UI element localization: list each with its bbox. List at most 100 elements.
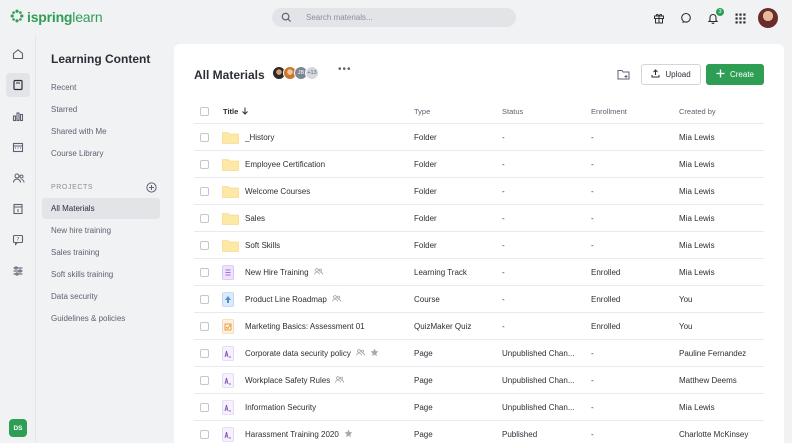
row-checkbox[interactable] [200,151,210,177]
column-header-enrollment[interactable]: Enrollment [591,100,677,123]
project-all-materials[interactable]: All Materials [42,198,160,219]
row-title-cell[interactable]: Workplace Safety Rules [245,367,411,393]
chat-icon[interactable] [677,9,695,27]
table-row[interactable]: Workplace Safety Rules Page Unpublished Ch… [194,367,764,394]
row-title[interactable]: Soft Skills [245,241,280,250]
quiz-icon [222,313,240,339]
row-title-cell[interactable]: Product Line Roadmap [245,286,411,312]
notifications-bell-icon[interactable]: 3 [704,8,724,27]
row-title[interactable]: _History [245,133,274,142]
reports-chart-icon[interactable] [6,104,30,128]
star-icon[interactable] [370,348,379,359]
column-header-created-by[interactable]: Created by [679,100,765,123]
row-checkbox[interactable] [200,367,210,393]
shared-users-icon [356,348,365,358]
sidebar-link-course-library[interactable]: Course Library [51,149,103,158]
row-type: Learning Track [414,267,467,277]
top-bar: ispringlearn 3 [0,0,792,36]
row-title[interactable]: Employee Certification [245,160,325,169]
row-checkbox[interactable] [200,313,210,339]
column-header-title[interactable]: Title [223,100,389,123]
users-icon[interactable] [6,166,30,190]
table-row[interactable]: Product Line Roadmap Course - Enrolled You [194,286,764,313]
row-title-cell[interactable]: New Hire Training [245,259,411,285]
row-status: - [502,294,505,304]
search-bar[interactable] [272,8,516,27]
page-icon [222,340,240,366]
user-avatar[interactable] [758,8,778,28]
table-row[interactable]: _History Folder - - Mia Lewis [194,124,764,151]
row-title-cell[interactable]: Corporate data security policy [245,340,411,366]
table-row[interactable]: Information Security Page Unpublished Chan… [194,394,764,421]
row-checkbox[interactable] [200,259,210,285]
row-title-cell[interactable]: Welcome Courses [245,178,411,204]
row-title[interactable]: Product Line Roadmap [245,295,327,304]
row-checkbox[interactable] [200,205,210,231]
project-guidelines-policies[interactable]: Guidelines & policies [42,308,160,329]
help-chat-icon[interactable]: ? [6,228,30,252]
row-checkbox[interactable] [200,394,210,420]
project-sales-training[interactable]: Sales training [42,242,160,263]
search-input[interactable] [306,13,486,22]
select-all-checkbox[interactable] [200,100,210,123]
table-row[interactable]: Welcome Courses Folder - - Mia Lewis [194,178,764,205]
column-header-type[interactable]: Type [414,100,500,123]
add-project-plus-icon[interactable] [146,182,157,193]
settings-sliders-icon[interactable] [6,259,30,283]
gift-icon[interactable] [650,9,668,27]
row-title-cell[interactable]: Soft Skills [245,232,411,258]
sidebar-link-recent[interactable]: Recent [51,83,76,92]
row-checkbox[interactable] [200,178,210,204]
table-row[interactable]: Corporate data security policy Page Unpubl… [194,340,764,367]
table-row[interactable]: Marketing Basics: Assessment 01 QuizMaker… [194,313,764,340]
sidebar-link-shared[interactable]: Shared with Me [51,127,107,136]
row-checkbox[interactable] [200,286,210,312]
row-title[interactable]: New Hire Training [245,268,309,277]
row-title-cell[interactable]: Information Security [245,394,411,420]
plus-icon [716,69,725,80]
row-title[interactable]: Sales [245,214,265,223]
row-title-cell[interactable]: Employee Certification [245,151,411,177]
row-checkbox[interactable] [200,421,210,443]
row-enrollment: Enrolled [591,267,621,277]
project-data-security[interactable]: Data security [42,286,160,307]
row-enrollment: Enrolled [591,321,621,331]
row-checkbox[interactable] [200,232,210,258]
content-library-icon[interactable] [6,73,30,97]
calendar-icon[interactable] [6,135,30,159]
table-row[interactable]: Employee Certification Folder - - Mia Lewis [194,151,764,178]
new-folder-icon[interactable] [617,69,630,82]
logo[interactable]: ispringlearn [10,9,103,25]
table-body: _History Folder - - Mia Lewis Employee Certif… [194,124,764,443]
table-row[interactable]: Harassment Training 2020 Page Published - Ch… [194,421,764,443]
row-title-cell[interactable]: Sales [245,205,411,231]
collaborator-avatars[interactable]: JB +13 [272,66,319,80]
star-icon[interactable] [344,429,353,440]
project-new-hire-training[interactable]: New hire training [42,220,160,241]
table-row[interactable]: Sales Folder - - Mia Lewis [194,205,764,232]
apps-grid-icon[interactable] [731,9,749,27]
row-title[interactable]: Corporate data security policy [245,349,351,358]
row-title[interactable]: Marketing Basics: Assessment 01 [245,322,365,331]
more-options-icon[interactable]: ••• [338,64,352,75]
row-title-cell[interactable]: Marketing Basics: Assessment 01 [245,313,411,339]
row-checkbox[interactable] [200,340,210,366]
home-icon[interactable] [6,42,30,66]
row-title[interactable]: Information Security [245,403,316,412]
create-button[interactable]: Create [706,64,764,85]
row-title[interactable]: Welcome Courses [245,187,310,196]
upload-button[interactable]: Upload [641,64,701,85]
row-title[interactable]: Workplace Safety Rules [245,376,330,385]
table-row[interactable]: New Hire Training Learning Track - Enrolled… [194,259,764,286]
row-title-cell[interactable]: _History [245,124,411,150]
collaborator-extra-count: +13 [305,66,319,80]
row-title[interactable]: Harassment Training 2020 [245,430,339,439]
project-soft-skills-training[interactable]: Soft skills training [42,264,160,285]
row-title-cell[interactable]: Harassment Training 2020 [245,421,411,443]
catalog-icon[interactable] [6,197,30,221]
column-header-status[interactable]: Status [502,100,588,123]
user-initials-badge[interactable]: DS [9,419,27,437]
row-checkbox[interactable] [200,124,210,150]
sidebar-link-starred[interactable]: Starred [51,105,77,114]
table-row[interactable]: Soft Skills Folder - - Mia Lewis [194,232,764,259]
